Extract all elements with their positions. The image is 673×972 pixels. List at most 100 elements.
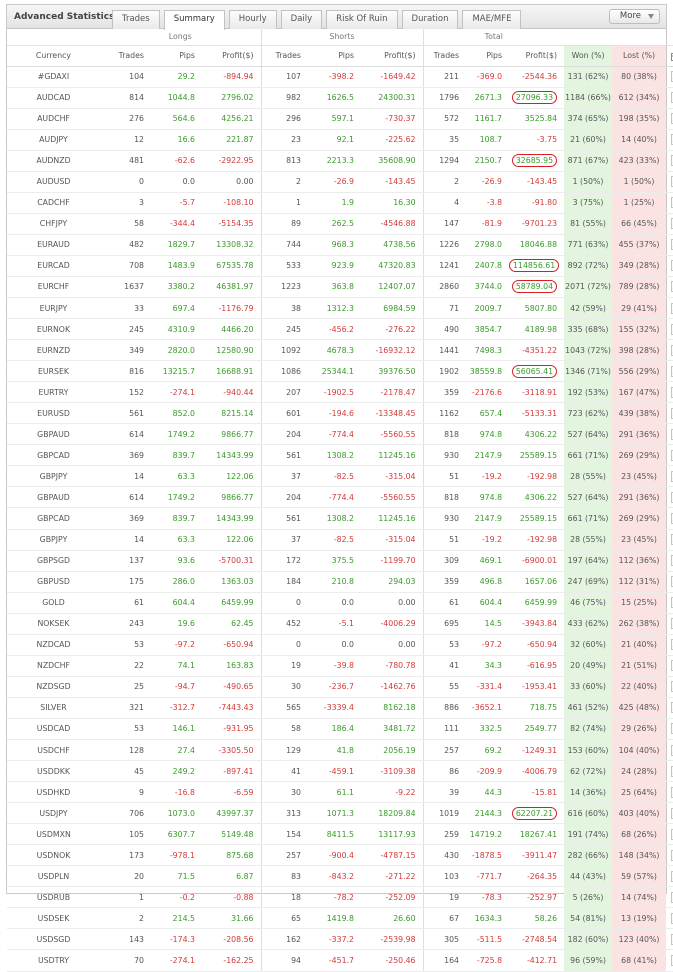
col-currency[interactable]: Currency	[7, 45, 100, 67]
table-row[interactable]: EURAUD 482 1829.7 13308.32 744 968.3 4738.56 12…	[7, 234, 673, 256]
chart-icon[interactable]	[666, 613, 673, 635]
chart-icon[interactable]	[666, 507, 673, 530]
chart-icon[interactable]	[666, 697, 673, 719]
col-short-trades[interactable]: Trades	[260, 45, 308, 67]
table-row[interactable]: NZDCAD 53 -97.2 -650.94 0 0.0 0.00 53 -97.2 -650.…	[7, 634, 673, 656]
table-row[interactable]: USDHKD 9 -16.8 -6.59 30 61.1 -9.22 39 44.3 -15.81…	[7, 781, 673, 804]
col-long-profit[interactable]: Profit($)	[202, 45, 261, 67]
table-row[interactable]: #GDAXI 104 29.2 -894.94 107 -398.2 -1649.42 211…	[7, 66, 673, 88]
chart-icon[interactable]	[666, 571, 673, 593]
chart-icon[interactable]	[666, 465, 673, 488]
more-dropdown[interactable]: More	[608, 9, 660, 24]
table-row[interactable]: AUDJPY 12 16.6 221.87 23 92.1 -225.62 35 108.7 -3…	[7, 129, 673, 151]
table-row[interactable]: GBPJPY 14 63.3 122.06 37 -82.5 -315.04 51 -19.2-…	[7, 529, 673, 551]
chart-icon[interactable]	[666, 844, 673, 867]
col-total-profit[interactable]: Profit($)	[509, 45, 565, 67]
col-total-pips[interactable]: Pips	[466, 45, 510, 67]
table-row[interactable]: EURUSD 561 852.0 8215.14 601 -194.6 -13348.45 1…	[7, 402, 673, 425]
chart-icon[interactable]	[666, 865, 673, 888]
table-row[interactable]: EURCAD 708 1483.9 67535.78 533 923.9 47320.83 1…	[7, 255, 673, 277]
table-row[interactable]: USDCAD 53 146.1 -931.95 58 186.4 3481.72 111 332…	[7, 718, 673, 741]
table-row[interactable]: GBPCAD 369 839.7 14343.99 561 1308.2 11245.16 9…	[7, 444, 673, 467]
table-row[interactable]: USDPLN 20 71.5 6.87 83 -843.2 -271.22 103 -771.7…	[7, 865, 673, 888]
table-row[interactable]: USDSGD 143 -174.3 -208.56 162 -337.2 -2539.98 3…	[7, 928, 673, 951]
table-row[interactable]: USDMXN 105 6307.7 5149.48 154 8411.5 13117.93 2…	[7, 823, 673, 846]
table-row[interactable]: AUDUSD 0 0.0 0.00 2 -26.9 -143.45 2 -26.9 -143.45…	[7, 171, 673, 193]
table-row[interactable]: GBPUSD 175 286.0 1363.03 184 210.8 294.03 359 49…	[7, 571, 673, 593]
chart-icon[interactable]	[666, 171, 673, 193]
table-row[interactable]: NZDCHF 22 74.1 163.83 19 -39.8 -780.78 41 34.3 -6…	[7, 655, 673, 677]
chart-icon[interactable]	[666, 928, 673, 951]
table-row[interactable]: USDSEK 2 214.5 31.66 65 1419.8 26.60 67 1634.3 58…	[7, 907, 673, 930]
table-row[interactable]: AUDNZD 481 -62.6 -2922.95 813 2213.3 35608.90 1…	[7, 150, 673, 172]
table-row[interactable]: EURNOK 245 4310.9 4466.20 245 -456.2 -276.22 49…	[7, 318, 673, 341]
chart-icon[interactable]	[666, 423, 673, 446]
chart-icon[interactable]	[666, 87, 673, 109]
chart-icon[interactable]	[666, 886, 673, 909]
tab-risk-of-ruin[interactable]: Risk Of Ruin	[326, 10, 398, 29]
table-row[interactable]: USDJPY 706 1073.0 43997.37 313 1071.3 18209.84…	[7, 802, 673, 825]
table-row[interactable]: USDRUB 1 -0.2 -0.88 18 -78.2 -252.09 19 -78.3 -25…	[7, 886, 673, 909]
chart-icon[interactable]	[666, 255, 673, 277]
table-row[interactable]: AUDCHF 276 564.6 4256.21 296 597.1 -730.37 572 1…	[7, 108, 673, 130]
table-view-icon[interactable]	[666, 45, 673, 67]
tab-mae-mfe[interactable]: MAE/MFE	[462, 10, 522, 29]
chart-icon[interactable]	[666, 192, 673, 214]
table-row[interactable]: CHFJPY 58 -344.4 -5154.35 89 262.5 -4546.88 147…	[7, 213, 673, 235]
chart-icon[interactable]	[666, 444, 673, 467]
chart-icon[interactable]	[666, 486, 673, 509]
table-row[interactable]: USDCHF 128 27.4 -3305.50 129 41.8 2056.19 257 69…	[7, 739, 673, 762]
table-row[interactable]: GBPCAD 369 839.7 14343.99 561 1308.2 11245.16 9…	[7, 507, 673, 530]
chart-icon[interactable]	[666, 781, 673, 804]
col-short-profit[interactable]: Profit($)	[361, 45, 424, 67]
chart-icon[interactable]	[666, 129, 673, 151]
chart-icon[interactable]	[666, 402, 673, 425]
chart-icon[interactable]	[666, 213, 673, 235]
chart-icon[interactable]	[666, 739, 673, 762]
table-row[interactable]: EURCHF 1637 3380.2 46381.97 1223 363.8 12407.0…	[7, 276, 673, 299]
chart-icon[interactable]	[666, 529, 673, 551]
chart-icon[interactable]	[666, 634, 673, 656]
chart-icon[interactable]	[666, 318, 673, 341]
table-row[interactable]: GBPAUD 614 1749.2 9866.77 204 -774.4 -5560.55 8…	[7, 486, 673, 509]
chart-icon[interactable]	[666, 718, 673, 741]
chart-icon[interactable]	[666, 108, 673, 130]
tab-duration[interactable]: Duration	[401, 10, 459, 29]
table-row[interactable]: EURTRY 152 -274.1 -940.44 207 -1902.5 -2178.47…	[7, 381, 673, 404]
col-long-trades[interactable]: Trades	[100, 45, 151, 67]
table-row[interactable]: USDDKK 45 249.2 -897.41 41 -459.1 -3109.38 86 -2…	[7, 760, 673, 783]
table-row[interactable]: EURJPY 33 697.4 -1176.79 38 1312.3 6984.59 71 20…	[7, 297, 673, 320]
chart-icon[interactable]	[666, 297, 673, 320]
table-row[interactable]: EURNZD 349 2820.0 12580.90 1092 4678.3 -16932.…	[7, 339, 673, 362]
chart-icon[interactable]	[666, 66, 673, 88]
chart-icon[interactable]	[666, 550, 673, 572]
table-row[interactable]: NZDSGD 25 -94.7 -490.65 30 -236.7 -1462.76 55 -3…	[7, 676, 673, 698]
col-lost[interactable]: Lost (%)	[612, 45, 667, 67]
table-row[interactable]: GBPJPY 14 63.3 122.06 37 -82.5 -315.04 51 -19.2-…	[7, 465, 673, 488]
table-row[interactable]: AUDCAD 814 1044.8 2796.02 982 1626.5 24300.31 1…	[7, 87, 673, 109]
chart-icon[interactable]	[666, 907, 673, 930]
tab-hourly[interactable]: Hourly	[228, 10, 277, 29]
table-row[interactable]: USDNOK 173 -978.1 875.68 257 -900.4 -4787.15 43…	[7, 844, 673, 867]
chart-icon[interactable]	[666, 234, 673, 256]
chart-icon[interactable]	[666, 655, 673, 677]
tab-summary[interactable]: Summary	[163, 10, 225, 30]
table-row[interactable]: SILVER 321 -312.7 -7443.43 565 -3339.4 8162.18…	[7, 697, 673, 719]
table-row[interactable]: GBPSGD 137 93.6 -5700.31 172 375.5 -1199.70 309…	[7, 550, 673, 572]
chart-icon[interactable]	[666, 949, 673, 972]
table-row[interactable]: GBPAUD 614 1749.2 9866.77 204 -774.4 -5560.55 8…	[7, 423, 673, 446]
col-won[interactable]: Won (%)	[564, 45, 613, 67]
table-row[interactable]: GOLD 61 604.4 6459.99 0 0.0 0.00 61 604.4 6459.99…	[7, 592, 673, 614]
table-row[interactable]: EURSEK 816 13215.7 16688.91 1086 25344.1 39376…	[7, 360, 673, 383]
tab-trades[interactable]: Trades	[112, 10, 160, 29]
chart-icon[interactable]	[666, 760, 673, 783]
chart-icon[interactable]	[666, 276, 673, 299]
table-row[interactable]: CADCHF 3 -5.7 -108.10 1 1.9 16.30 4 -3.8 -91.80 3 …	[7, 192, 673, 214]
chart-icon[interactable]	[666, 381, 673, 404]
chart-icon[interactable]	[666, 676, 673, 698]
chart-icon[interactable]	[666, 360, 673, 383]
tab-daily[interactable]: Daily	[280, 10, 323, 29]
chart-icon[interactable]	[666, 823, 673, 846]
chart-icon[interactable]	[666, 150, 673, 172]
chart-icon[interactable]	[666, 802, 673, 825]
